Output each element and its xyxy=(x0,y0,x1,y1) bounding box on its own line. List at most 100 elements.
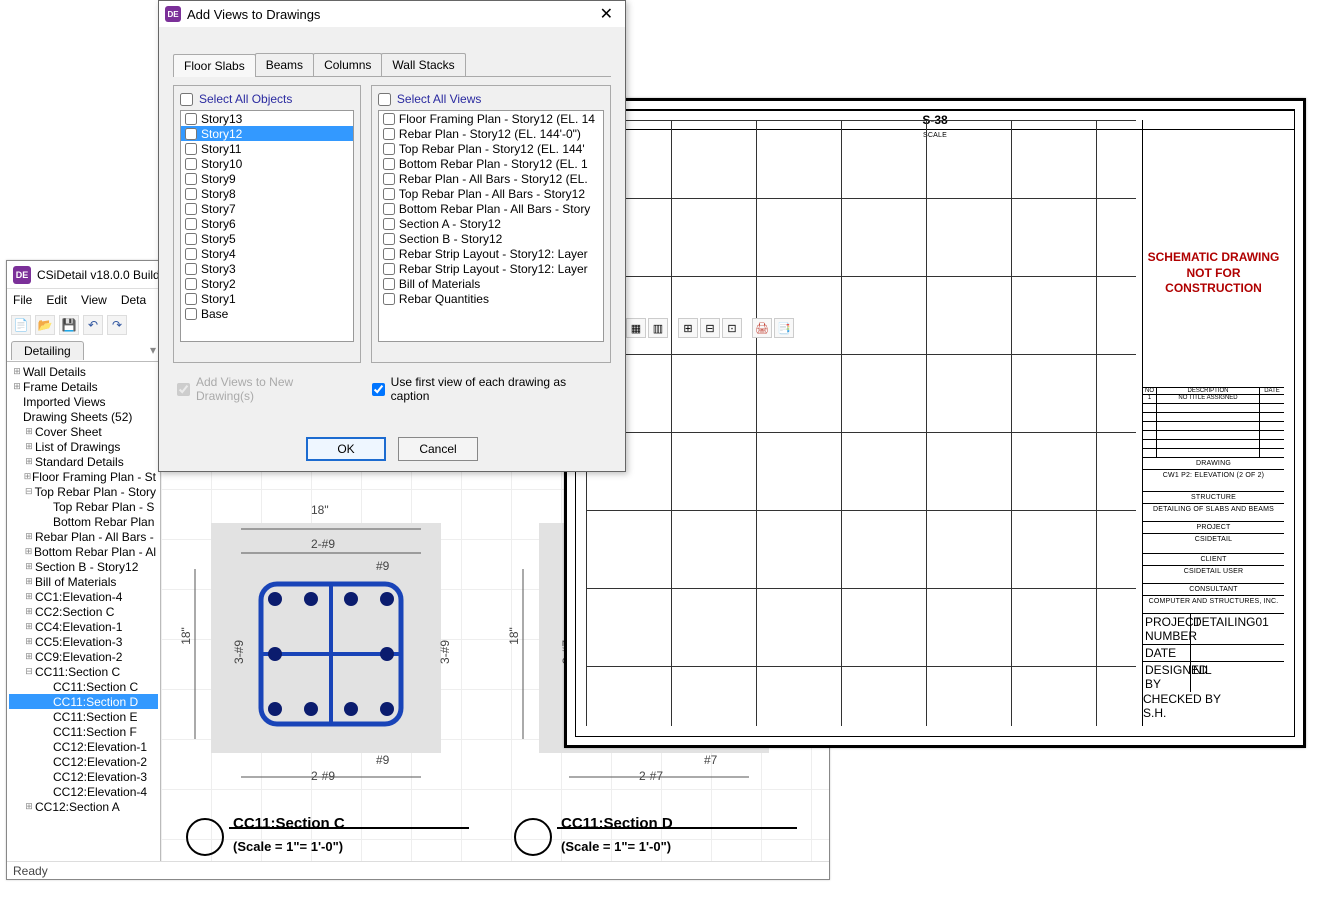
sidebar-tab-detailing[interactable]: Detailing xyxy=(11,341,84,360)
object-list-item[interactable]: Story12 xyxy=(181,126,353,141)
tree-node[interactable]: ⊞Cover Sheet xyxy=(9,424,158,439)
object-list-item[interactable]: Story10 xyxy=(181,156,353,171)
tree-node[interactable]: CC11:Section F xyxy=(9,724,158,739)
new-icon[interactable]: 📄 xyxy=(11,315,31,335)
tab-columns[interactable]: Columns xyxy=(313,53,382,76)
view-tool-icon[interactable]: ▦ xyxy=(626,318,646,338)
tree-node[interactable]: CC11:Section E xyxy=(9,709,158,724)
select-all-views-checkbox[interactable] xyxy=(378,93,391,106)
tab-floor-slabs[interactable]: Floor Slabs xyxy=(173,54,256,77)
redo-icon[interactable]: ↷ xyxy=(107,315,127,335)
object-list-item[interactable]: Story3 xyxy=(181,261,353,276)
undo-icon[interactable]: ↶ xyxy=(83,315,103,335)
object-list-item[interactable]: Story11 xyxy=(181,141,353,156)
menu-deta[interactable]: Deta xyxy=(121,293,146,307)
open-icon[interactable]: 📂 xyxy=(35,315,55,335)
sidebar-dropdown-icon[interactable]: ▾ xyxy=(150,343,156,357)
tree-node[interactable]: ⊞Rebar Plan - All Bars - xyxy=(9,529,158,544)
use-first-view-checkbox[interactable] xyxy=(372,383,385,396)
object-list-item[interactable]: Story9 xyxy=(181,171,353,186)
view-tool-icon-5[interactable]: ⊡ xyxy=(722,318,742,338)
print-icon[interactable]: 🖨 xyxy=(752,318,772,338)
tree-node[interactable]: ⊞List of Drawings xyxy=(9,439,158,454)
tree-node[interactable]: ⊞Frame Details xyxy=(9,379,158,394)
view-tool-icon-2[interactable]: ▥ xyxy=(648,318,668,338)
dialog-close-icon[interactable]: ✕ xyxy=(594,4,619,24)
object-list-item[interactable]: Story2 xyxy=(181,276,353,291)
tree-node[interactable]: CC12:Elevation-2 xyxy=(9,754,158,769)
tree-node[interactable]: ⊟CC11:Section C xyxy=(9,664,158,679)
tree-view[interactable]: ⊞Wall Details⊞Frame DetailsImported View… xyxy=(7,361,160,861)
dialog-title: Add Views to Drawings xyxy=(187,7,594,22)
tree-node[interactable]: ⊞Standard Details xyxy=(9,454,158,469)
tree-node[interactable]: ⊞CC5:Elevation-3 xyxy=(9,634,158,649)
object-list-item[interactable]: Story13 xyxy=(181,111,353,126)
view-list-item[interactable]: Rebar Plan - All Bars - Story12 (EL. xyxy=(379,171,603,186)
view-list-item[interactable]: Bottom Rebar Plan - Story12 (EL. 1 xyxy=(379,156,603,171)
view-list-item[interactable]: Rebar Strip Layout - Story12: Layer xyxy=(379,246,603,261)
objects-listbox[interactable]: Story13Story12Story11Story10Story9Story8… xyxy=(180,110,354,342)
tree-node[interactable]: CC12:Elevation-1 xyxy=(9,739,158,754)
cancel-button[interactable]: Cancel xyxy=(398,437,478,461)
tree-node[interactable]: ⊞CC4:Elevation-1 xyxy=(9,619,158,634)
tab-beams[interactable]: Beams xyxy=(255,53,314,76)
tb-drawing-label: DRAWING xyxy=(1143,457,1284,469)
add-new-drawings-checkbox xyxy=(177,383,190,396)
select-all-objects-checkbox[interactable] xyxy=(180,93,193,106)
export-icon[interactable]: 📑 xyxy=(774,318,794,338)
select-all-objects-label: Select All Objects xyxy=(199,92,292,106)
view-list-item[interactable]: Top Rebar Plan - All Bars - Story12 xyxy=(379,186,603,201)
view-list-item[interactable]: Floor Framing Plan - Story12 (EL. 14 xyxy=(379,111,603,126)
tree-node[interactable]: ⊞Floor Framing Plan - St xyxy=(9,469,158,484)
tree-node[interactable]: ⊞Bill of Materials xyxy=(9,574,158,589)
tree-node[interactable]: ⊞Section B - Story12 xyxy=(9,559,158,574)
tree-node[interactable]: ⊞Bottom Rebar Plan - Al xyxy=(9,544,158,559)
object-list-item[interactable]: Story6 xyxy=(181,216,353,231)
tree-node[interactable]: ⊞Wall Details xyxy=(9,364,158,379)
object-list-item[interactable]: Base xyxy=(181,306,353,321)
drawing-sheet-window: SCHEMATIC DRAWING NOT FOR CONSTRUCTION N… xyxy=(564,98,1306,748)
add-views-dialog: DE Add Views to Drawings ✕ Floor Slabs B… xyxy=(158,0,626,472)
section-c-scale: (Scale = 1"= 1'-0") xyxy=(233,839,343,854)
object-list-item[interactable]: Story8 xyxy=(181,186,353,201)
view-list-item[interactable]: Bill of Materials xyxy=(379,276,603,291)
tree-node[interactable]: ⊞CC2:Section C xyxy=(9,604,158,619)
view-list-item[interactable]: Section A - Story12 xyxy=(379,216,603,231)
view-list-item[interactable]: Section B - Story12 xyxy=(379,231,603,246)
tree-node[interactable]: Drawing Sheets (52) xyxy=(9,409,158,424)
revision-header: NODESCRIPTIONDATE xyxy=(1143,387,1284,394)
menu-edit[interactable]: Edit xyxy=(46,293,67,307)
tree-node[interactable]: CC12:Elevation-3 xyxy=(9,769,158,784)
menu-view[interactable]: View xyxy=(81,293,107,307)
tree-node[interactable]: ⊞CC9:Elevation-2 xyxy=(9,649,158,664)
save-icon[interactable]: 💾 xyxy=(59,315,79,335)
dialog-logo-icon: DE xyxy=(165,6,181,22)
objects-pane: Select All Objects Story13Story12Story11… xyxy=(173,85,361,363)
object-list-item[interactable]: Story7 xyxy=(181,201,353,216)
views-listbox[interactable]: Floor Framing Plan - Story12 (EL. 14Reba… xyxy=(378,110,604,342)
tree-node[interactable]: CC12:Elevation-4 xyxy=(9,784,158,799)
tree-node[interactable]: CC11:Section D xyxy=(9,694,158,709)
dialog-tabs: Floor Slabs Beams Columns Wall Stacks xyxy=(173,53,611,77)
tab-wall-stacks[interactable]: Wall Stacks xyxy=(381,53,465,76)
view-list-item[interactable]: Bottom Rebar Plan - All Bars - Story xyxy=(379,201,603,216)
select-all-views-label: Select All Views xyxy=(397,92,482,106)
view-tool-icon-3[interactable]: ⊞ xyxy=(678,318,698,338)
tree-node[interactable]: ⊞CC1:Elevation-4 xyxy=(9,589,158,604)
view-list-item[interactable]: Rebar Strip Layout - Story12: Layer xyxy=(379,261,603,276)
object-list-item[interactable]: Story4 xyxy=(181,246,353,261)
tree-node[interactable]: Bottom Rebar Plan xyxy=(9,514,158,529)
tree-node[interactable]: Imported Views xyxy=(9,394,158,409)
view-list-item[interactable]: Rebar Plan - Story12 (EL. 144'-0") xyxy=(379,126,603,141)
view-list-item[interactable]: Top Rebar Plan - Story12 (EL. 144' xyxy=(379,141,603,156)
tree-node[interactable]: ⊞CC12:Section A xyxy=(9,799,158,814)
view-tool-icon-4[interactable]: ⊟ xyxy=(700,318,720,338)
tree-node[interactable]: Top Rebar Plan - S xyxy=(9,499,158,514)
menu-file[interactable]: File xyxy=(13,293,32,307)
tree-node[interactable]: ⊟Top Rebar Plan - Story xyxy=(9,484,158,499)
object-list-item[interactable]: Story5 xyxy=(181,231,353,246)
view-list-item[interactable]: Rebar Quantities xyxy=(379,291,603,306)
object-list-item[interactable]: Story1 xyxy=(181,291,353,306)
ok-button[interactable]: OK xyxy=(306,437,386,461)
tree-node[interactable]: CC11:Section C xyxy=(9,679,158,694)
